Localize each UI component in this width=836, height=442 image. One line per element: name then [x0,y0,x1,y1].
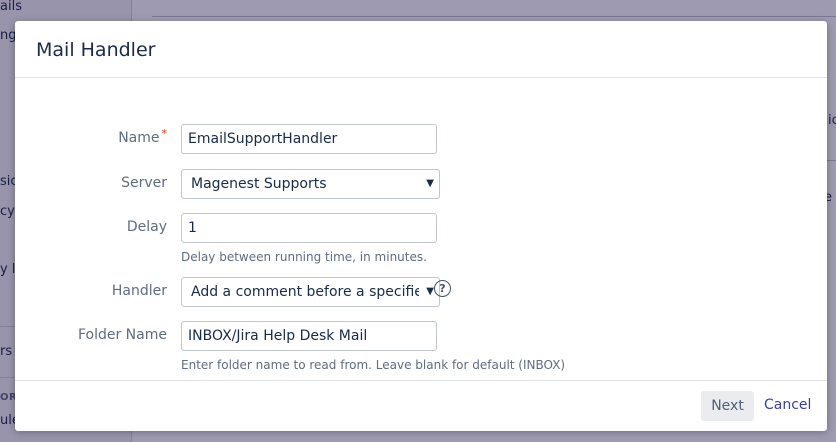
chevron-down-icon: ▼ [426,178,434,189]
handler-select-value: Add a comment before a specified [191,284,419,300]
delay-input[interactable]: 1 [181,213,437,243]
handler-label: Handler [111,283,167,299]
dialog-footer: Next Cancel [15,380,827,431]
server-select-value: Magenest Supports [191,176,327,192]
server-select[interactable]: Magenest Supports ▼ [181,169,440,199]
cancel-link[interactable]: Cancel [764,397,811,413]
chevron-down-icon: ▼ [426,286,434,297]
handler-select[interactable]: Add a comment before a specified ▼ [181,277,440,307]
help-icon[interactable]: ? [434,280,451,297]
required-indicator: * [161,127,168,140]
delay-label: Delay [126,219,167,235]
folder-name-input[interactable]: INBOX/Jira Help Desk Mail [181,321,437,351]
name-label-text: Name [118,130,160,146]
folder-name-help-text: Enter folder name to read from. Leave bl… [181,358,566,372]
delay-help-text: Delay between running time, in minutes. [181,250,427,264]
next-button[interactable]: Next [701,391,754,421]
dialog-body: Name * EmailSupportHandler Server Magenes… [15,78,827,379]
mail-handler-dialog: Mail Handler Name * EmailSupportHandler S… [15,21,827,431]
dialog-header: Mail Handler [15,21,827,78]
folder-name-label: Folder Name [77,327,167,343]
name-input[interactable]: EmailSupportHandler [181,124,437,154]
dialog-title: Mail Handler [36,39,156,61]
name-label: Name * [118,127,168,146]
server-label: Server [121,175,167,191]
